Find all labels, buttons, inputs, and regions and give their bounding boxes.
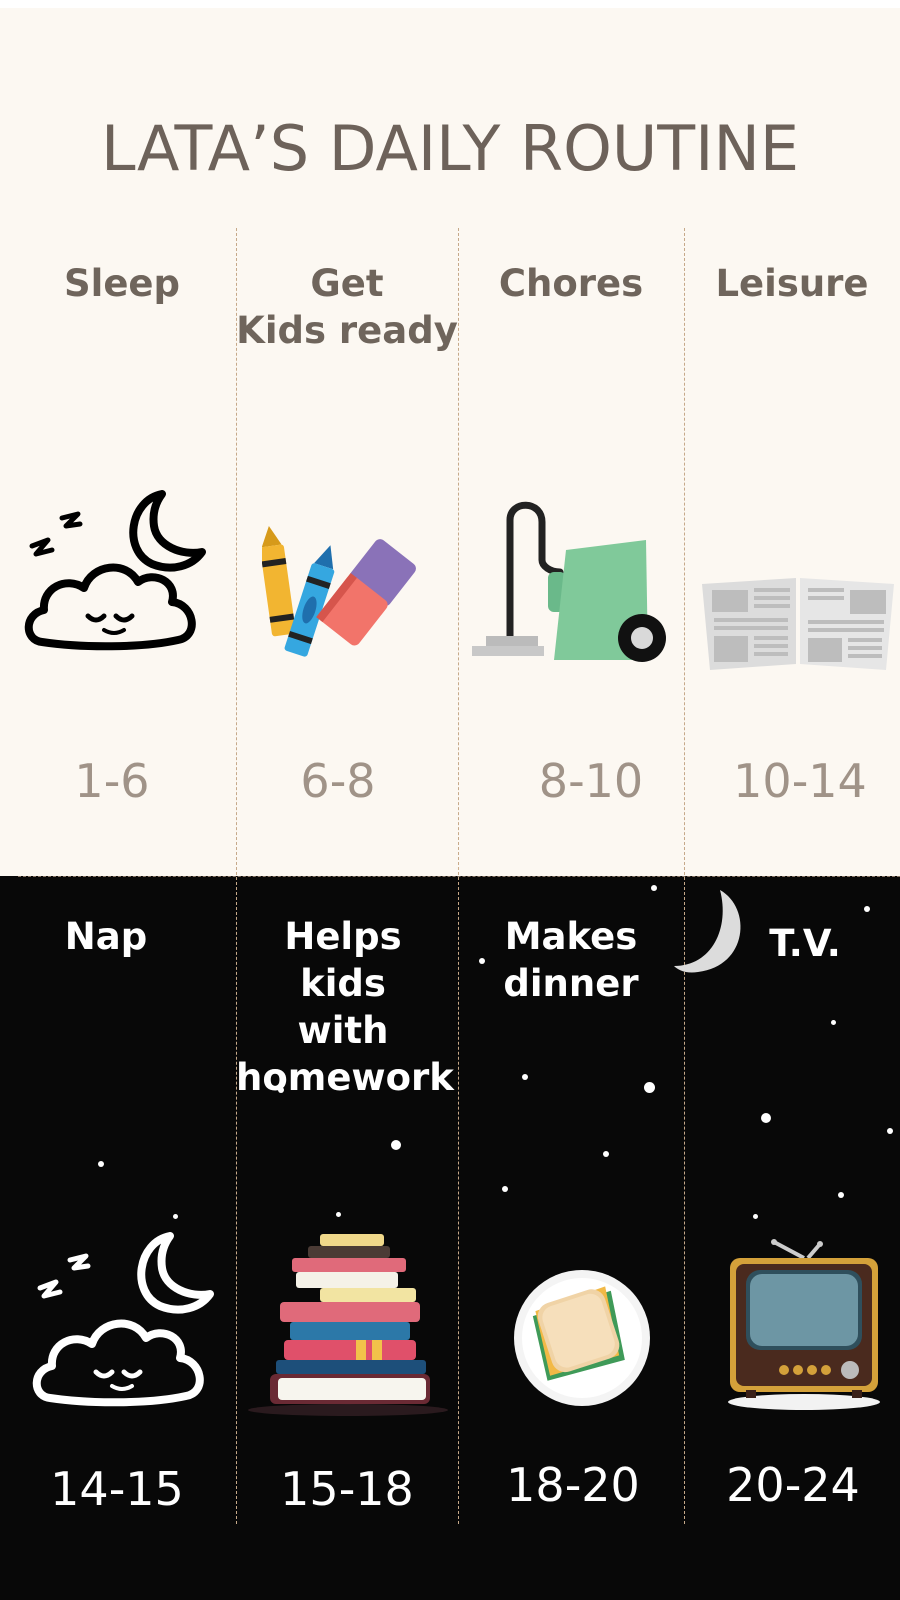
time-range-tv: 20-24 bbox=[726, 1458, 860, 1512]
activity-label-get-kids-ready: Get Kids ready bbox=[236, 262, 458, 352]
activity-label-sleep: Sleep bbox=[63, 262, 180, 305]
day-night-divider bbox=[18, 876, 900, 877]
sleeping-cloud-moon-icon bbox=[32, 1232, 214, 1407]
sleeping-cloud-moon-icon bbox=[24, 490, 206, 651]
book-stack-icon bbox=[248, 1234, 448, 1416]
crescent-moon-icon bbox=[674, 890, 741, 973]
page-title: LATA’S DAILY ROUTINE bbox=[100, 112, 799, 185]
time-range-get-kids-ready: 6-8 bbox=[300, 754, 376, 808]
retro-tv-icon bbox=[728, 1239, 880, 1410]
newspaper-icon bbox=[702, 578, 894, 670]
crayons-eraser-icon bbox=[262, 526, 416, 657]
activity-label-tv: T.V. bbox=[769, 922, 841, 965]
routine-infographic: LATA’S DAILY ROUTINE Sleep Get Kids read… bbox=[0, 0, 900, 1600]
activity-label-makes-dinner: Makes dinner bbox=[503, 915, 639, 1005]
time-range-leisure: 10-14 bbox=[733, 754, 867, 808]
activity-label-nap: Nap bbox=[64, 915, 148, 958]
sandwich-plate-icon bbox=[514, 1270, 650, 1406]
activity-label-chores: Chores bbox=[498, 262, 644, 305]
vacuum-cleaner-icon bbox=[472, 501, 666, 662]
time-range-dinner: 18-20 bbox=[506, 1458, 640, 1512]
time-range-chores: 8-10 bbox=[538, 754, 644, 808]
activity-label-helps-kids-with-homework: Helps kids with homework bbox=[236, 915, 454, 1099]
time-range-sleep: 1-6 bbox=[74, 754, 150, 808]
activity-label-leisure: Leisure bbox=[715, 262, 869, 305]
time-range-nap: 14-15 bbox=[50, 1462, 184, 1516]
time-range-homework: 15-18 bbox=[280, 1462, 414, 1516]
